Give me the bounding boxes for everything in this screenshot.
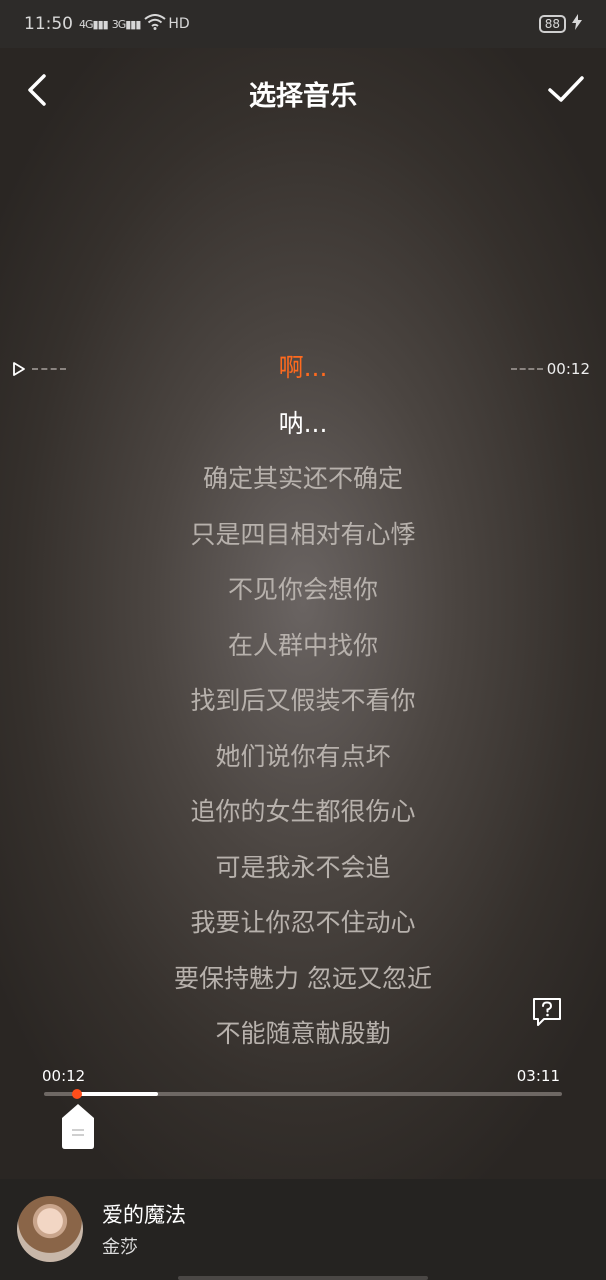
progress-track[interactable] [44,1089,562,1099]
lyric-line[interactable]: 不见你会想你 [0,562,606,618]
check-icon [548,76,584,102]
album-cover[interactable] [17,1196,83,1262]
network-hd-label: HD [168,16,190,32]
lyric-line[interactable]: 要保持魅力 忽远又忽近 [0,951,606,1007]
song-duration: 03:11 [516,1067,560,1085]
wifi-icon [144,13,167,35]
signal-icon-2: 3G▮▮▮ [111,17,142,31]
playhead-dot[interactable] [72,1089,83,1099]
battery-icon: 88 [538,15,566,33]
lyric-line[interactable]: 只是四目相对有心悸 [0,507,606,563]
selected-range [77,1092,158,1096]
lyric-line[interactable]: 呐... [0,396,606,452]
lyric-line[interactable]: 在人群中找你 [0,618,606,674]
now-playing-bar[interactable]: 爱的魔法 金莎 [0,1179,606,1280]
charging-icon [572,13,582,35]
lyrics-list[interactable]: 啊... 呐... 确定其实还不确定 只是四目相对有心悸 不见你会想你 在人群中… [0,340,606,1062]
lyric-line[interactable]: 不能随意献殷勤 [0,1006,606,1062]
handle-icon [62,1104,94,1149]
question-bubble-icon [533,998,561,1026]
song-artist: 金莎 [102,1237,138,1258]
lyric-line[interactable]: 可是我永不会追 [0,840,606,896]
lyric-line[interactable]: 她们说你有点坏 [0,729,606,785]
status-time: 11:50 [24,14,73,34]
lyric-line[interactable]: 确定其实还不确定 [0,451,606,507]
signal-icon: 4G▮▮▮ [79,17,109,31]
help-button[interactable] [531,996,563,1028]
page-title: 选择音乐 [249,81,357,112]
lyric-line[interactable]: 找到后又假装不看你 [0,673,606,729]
clip-start-time: 00:12 [42,1067,86,1085]
drag-handle[interactable] [60,1102,96,1150]
header: 选择音乐 [0,60,606,120]
home-indicator[interactable] [178,1276,428,1280]
song-title: 爱的魔法 [102,1203,186,1227]
lyric-line[interactable]: 追你的女生都很伤心 [0,784,606,840]
lyric-line-current[interactable]: 啊... [0,340,606,396]
lyric-line[interactable]: 我要让你忍不住动心 [0,895,606,951]
confirm-button[interactable] [546,72,586,108]
status-bar: 11:50 4G▮▮▮ 3G▮▮▮ HD 88 [0,0,606,48]
